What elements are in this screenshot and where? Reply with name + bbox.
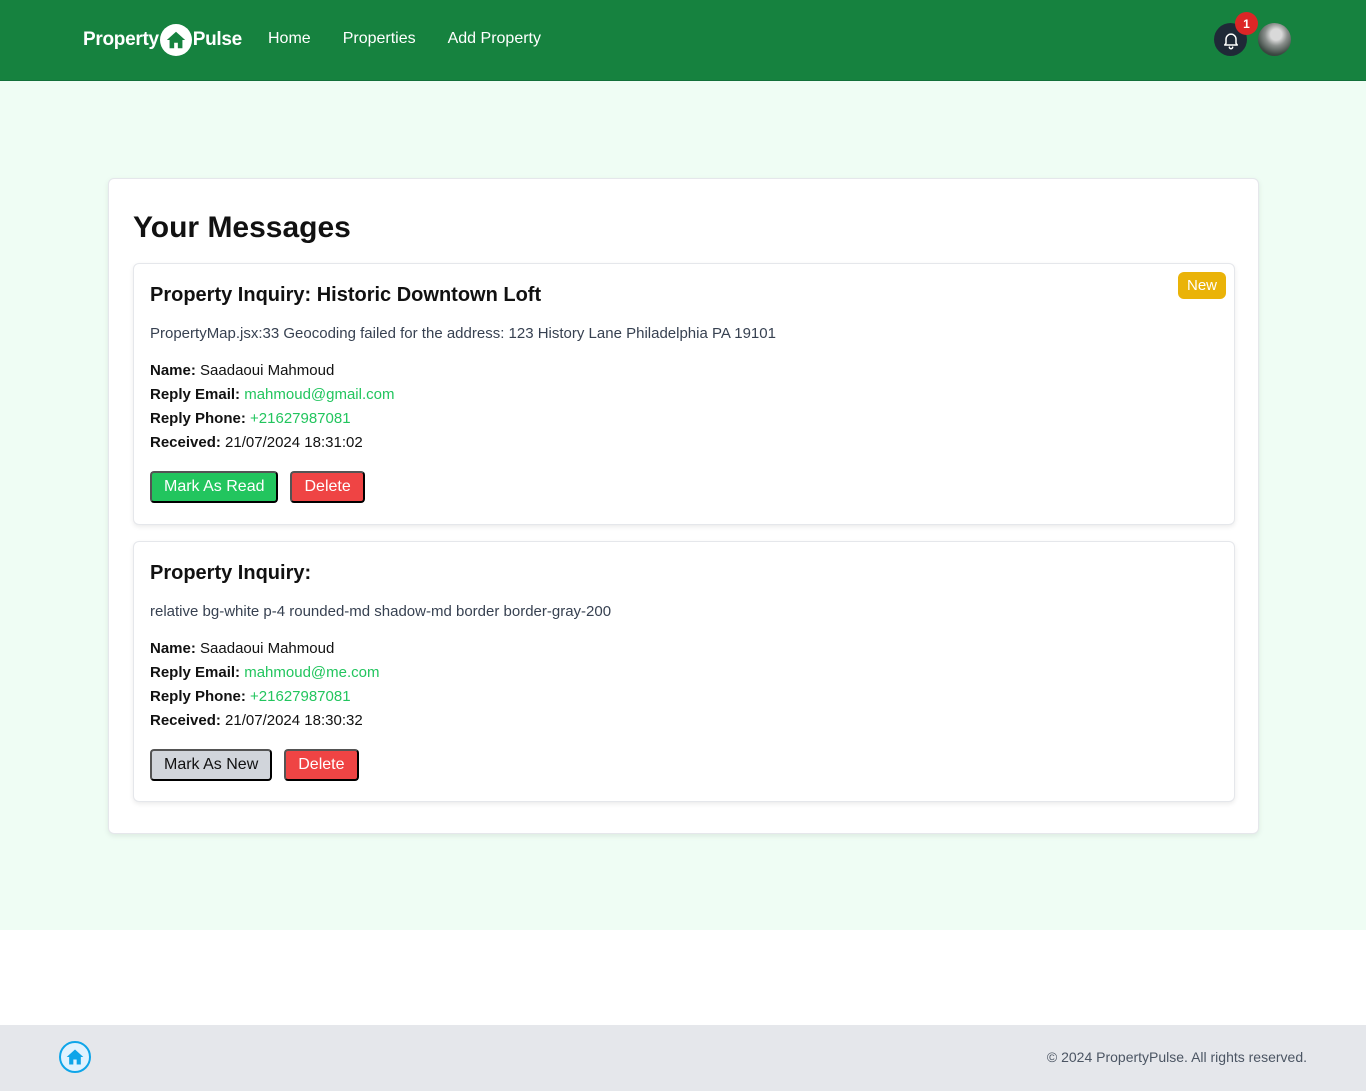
brand-text-right: Pulse [192,29,243,50]
bell-icon [1223,32,1238,49]
mark-as-read-button[interactable]: Mark As Read [150,471,279,503]
sender-name: Saadaoui Mahmoud [200,362,335,379]
email-label: Reply Email: [150,386,241,403]
delete-button[interactable]: Delete [290,471,365,503]
message-actions: Mark As Read Delete [150,471,1218,503]
reply-phone-link[interactable]: +21627987081 [250,688,351,705]
received-date: 21/07/2024 18:31:02 [225,434,363,451]
copyright-text: © 2024 PropertyPulse. All rights reserve… [1046,1049,1307,1065]
received-label: Received: [150,712,221,729]
delete-button[interactable]: Delete [284,749,359,781]
messages-panel: Your Messages New Property Inquiry: Hist… [108,178,1259,834]
message-card: Property Inquiry: relative bg-white p-4 … [133,541,1235,802]
reply-email-link[interactable]: mahmoud@me.com [244,664,379,681]
nav-link-properties[interactable]: Properties [327,24,432,54]
user-avatar-button[interactable] [1258,23,1291,56]
house-icon [159,24,192,56]
sender-name: Saadaoui Mahmoud [200,640,335,657]
message-title: Property Inquiry: [150,559,1218,587]
message-details: Name: Saadaoui Mahmoud Reply Email: mahm… [150,637,1218,733]
reply-email-link[interactable]: mahmoud@gmail.com [244,386,394,403]
brand-logo-link[interactable]: Property Pulse [83,22,242,58]
notification-count-badge: 1 [1235,12,1258,35]
nav-links: Home Properties Add Property [252,24,557,54]
reply-phone-link[interactable]: +21627987081 [250,410,351,427]
received-date: 21/07/2024 18:30:32 [225,712,363,729]
main-content: Your Messages New Property Inquiry: Hist… [0,81,1366,930]
name-label: Name: [150,640,196,657]
message-title-label: Property Inquiry: [150,284,312,306]
message-body: relative bg-white p-4 rounded-md shadow-… [150,603,612,620]
message-title: Property Inquiry: Historic Downtown Loft [150,281,1218,309]
name-label: Name: [150,362,196,379]
nav-link-home[interactable]: Home [252,24,327,54]
page-title: Your Messages [133,211,351,244]
nav-link-add-property[interactable]: Add Property [432,24,557,54]
message-actions: Mark As New Delete [150,749,1218,781]
message-details: Name: Saadaoui Mahmoud Reply Email: mahm… [150,359,1218,455]
received-label: Received: [150,434,221,451]
message-title-label: Property Inquiry: [150,562,312,584]
navbar: Property Pulse Home Properties Add Prope… [0,0,1366,81]
phone-label: Reply Phone: [150,410,246,427]
house-icon [59,1041,91,1073]
footer: © 2024 PropertyPulse. All rights reserve… [0,1025,1366,1091]
message-property-name: Historic Downtown Loft [316,284,542,306]
mark-as-new-button[interactable]: Mark As New [150,749,273,781]
message-card: New Property Inquiry: Historic Downtown … [133,263,1235,525]
new-badge: New [1177,272,1226,299]
brand-text-left: Property [83,29,159,50]
email-label: Reply Email: [150,664,241,681]
phone-label: Reply Phone: [150,688,246,705]
message-body: PropertyMap.jsx:33 Geocoding failed for … [150,325,776,342]
